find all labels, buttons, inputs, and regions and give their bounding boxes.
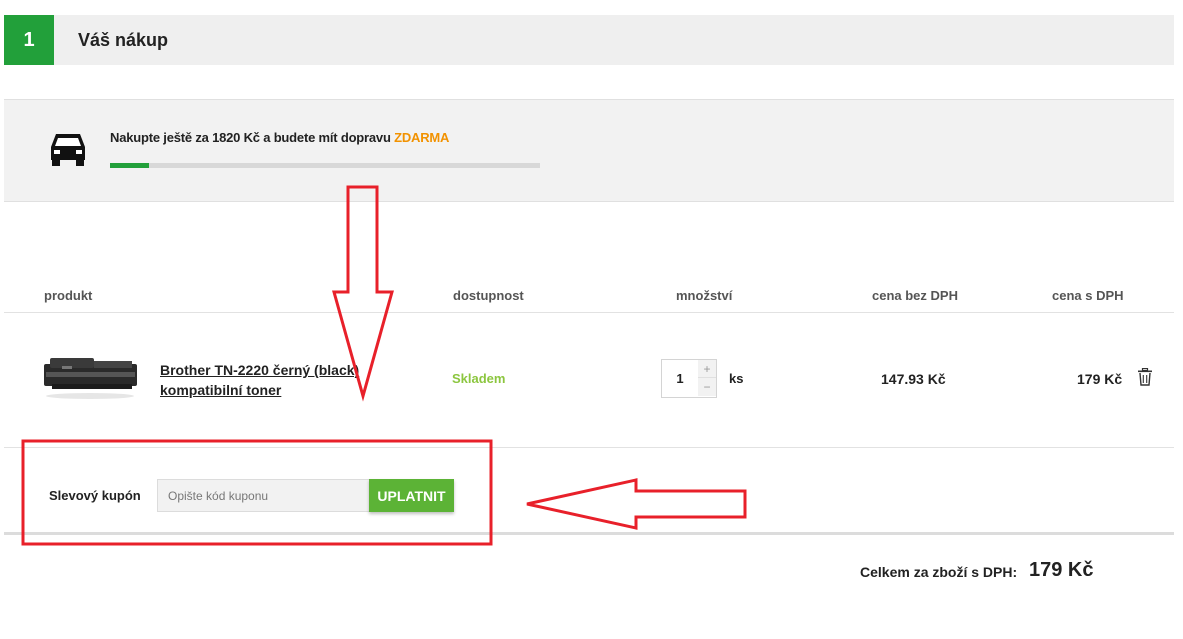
apply-coupon-button[interactable]: UPLATNIT — [369, 479, 454, 512]
header-quantity: množství — [676, 288, 733, 303]
annotation-left-arrow — [526, 478, 747, 530]
shipping-free-label: ZDARMA — [394, 130, 450, 145]
quantity-stepper: + − — [661, 359, 717, 398]
quantity-decrease-button[interactable]: − — [698, 378, 716, 396]
step-number: 1 — [4, 15, 54, 65]
free-shipping-banner: Nakupte ještě za 1820 Kč a budete mít do… — [4, 99, 1174, 202]
quantity-input[interactable] — [662, 360, 698, 397]
car-icon — [51, 134, 85, 166]
shipping-message: Nakupte ještě za 1820 Kč a budete mít do… — [110, 130, 395, 145]
header-price-inc-vat: cena s DPH — [1052, 288, 1124, 303]
shipping-progress-fill — [110, 163, 149, 168]
table-row-divider — [4, 447, 1174, 448]
header-product: produkt — [44, 288, 93, 303]
header-availability: dostupnost — [453, 288, 524, 303]
trash-icon[interactable] — [1137, 368, 1153, 386]
coupon-label: Slevový kupón — [49, 488, 141, 503]
annotation-overlay — [21, 185, 747, 546]
summary-divider — [4, 532, 1174, 535]
total-value: 179 Kč — [1029, 559, 1094, 581]
price-without-vat: 147.93 Kč — [881, 371, 946, 387]
total-label: Celkem za zboží s DPH: — [860, 564, 1018, 580]
free-shipping-text: Nakupte ještě za 1820 Kč a budete mít do… — [110, 130, 449, 145]
price-with-vat: 179 Kč — [1077, 371, 1123, 387]
quantity-unit: ks — [729, 371, 744, 386]
product-image[interactable] — [42, 350, 139, 402]
availability-status: Skladem — [452, 371, 506, 386]
coupon-code-input[interactable] — [157, 479, 371, 512]
table-header-divider — [4, 312, 1174, 313]
step-title: Váš nákup — [78, 30, 169, 50]
step-header: 1 Váš nákup — [4, 15, 1174, 65]
quantity-increase-button[interactable]: + — [698, 360, 716, 378]
shipping-progress-bar — [110, 163, 540, 168]
header-price-ex-vat: cena bez DPH — [872, 288, 958, 303]
product-name-link[interactable]: Brother TN-2220 černý (black) kompatibil… — [160, 360, 380, 400]
